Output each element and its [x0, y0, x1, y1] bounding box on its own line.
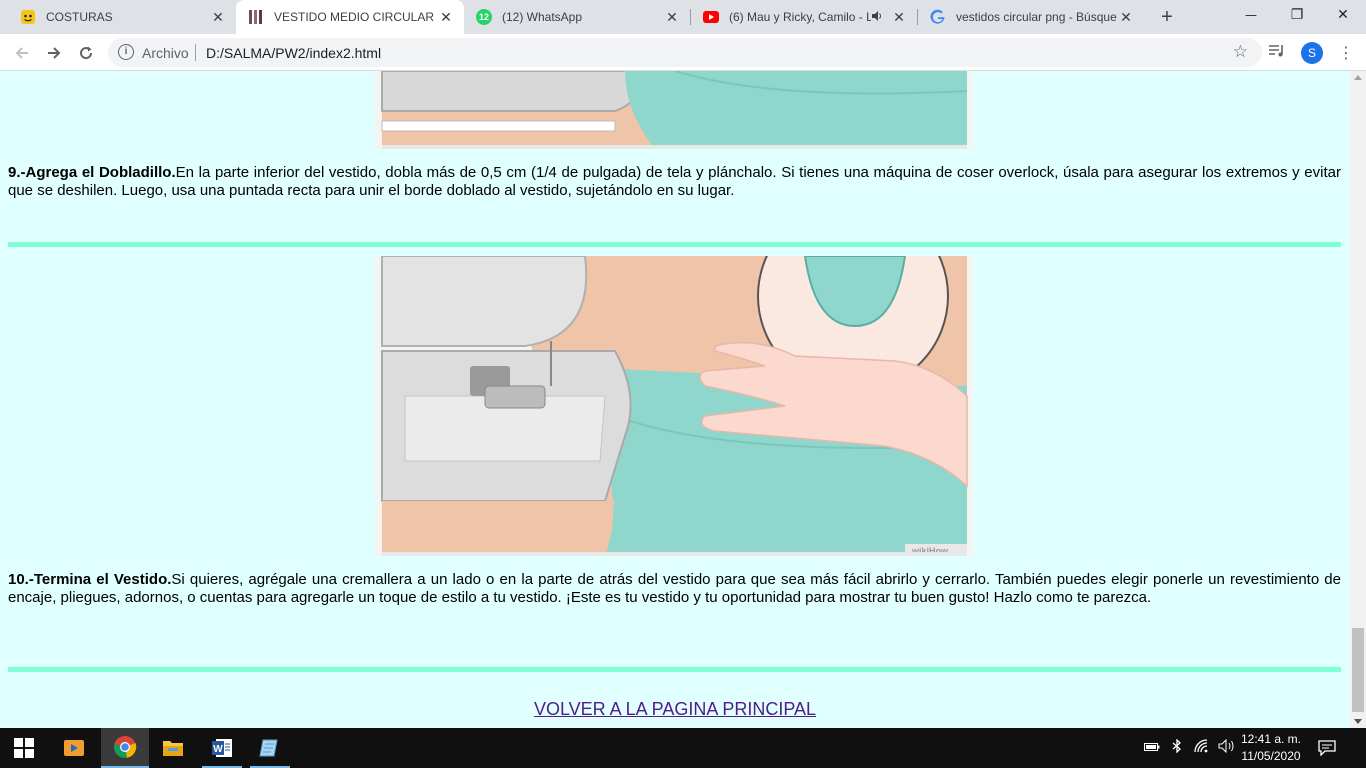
tab-google-search[interactable]: vestidos circular png - Búsque ✕	[918, 0, 1144, 34]
section-divider	[8, 242, 1341, 247]
info-icon[interactable]: i	[118, 44, 134, 60]
section-divider	[8, 667, 1341, 672]
windows-start-icon	[14, 738, 34, 758]
notepad-app-icon	[259, 739, 278, 757]
step10-title: 10.-Termina el Vestido.	[8, 571, 172, 588]
step10-illustration: wikiHow	[375, 256, 973, 556]
address-bar[interactable]: i Archivo D:/SALMA/PW2/index2.html ☆	[108, 38, 1262, 67]
notification-badge: 12	[478, 12, 489, 22]
back-button[interactable]	[8, 39, 36, 67]
google-favicon-icon	[930, 9, 946, 25]
reload-icon	[80, 46, 93, 60]
media-controls-icon[interactable]	[1268, 43, 1288, 63]
close-tab-icon[interactable]: ✕	[210, 9, 226, 26]
arrow-left-icon	[15, 47, 28, 59]
chrome-icon	[114, 736, 137, 758]
taskbar-clock[interactable]: 12:41 a. m. 11/05/2020	[1228, 731, 1314, 765]
youtube-favicon-icon	[703, 9, 719, 25]
page-scrollbar[interactable]	[1350, 71, 1366, 728]
tab-title: VESTIDO MEDIO CIRCULAR	[274, 10, 435, 24]
profile-avatar[interactable]: S	[1301, 42, 1323, 64]
address-divider	[195, 44, 196, 61]
tab-vestido-medio-circular[interactable]: VESTIDO MEDIO CIRCULAR ✕	[236, 0, 464, 34]
browser-toolbar: i Archivo D:/SALMA/PW2/index2.html ☆ S ⋮	[0, 34, 1366, 71]
back-to-main-link[interactable]: VOLVER A LA PAGINA PRINCIPAL	[0, 699, 1350, 720]
tab-strip: COSTURAS ✕ VESTIDO MEDIO CIRCULAR ✕ 12 (…	[0, 0, 1366, 34]
close-window-button[interactable]: ✕	[1320, 0, 1366, 30]
speaker-icon[interactable]	[871, 10, 883, 25]
page-viewport: 9.-Agrega el Dobladillo.En la parte infe…	[0, 71, 1350, 728]
scroll-up-arrow-icon[interactable]	[1354, 75, 1362, 80]
step9-text: En la parte inferior del vestido, dobla …	[8, 164, 1341, 199]
file-scheme-label: Archivo	[142, 45, 189, 61]
tab-whatsapp[interactable]: 12 (12) WhatsApp ✕	[464, 0, 690, 34]
clock-time: 12:41 a. m.	[1240, 732, 1302, 746]
taskbar-media-player[interactable]	[50, 728, 98, 768]
windows-taskbar: W 12:41 a. m. 11/05/2020	[0, 728, 1366, 768]
step9-illustration	[375, 71, 973, 149]
bluetooth-icon[interactable]	[1172, 738, 1182, 757]
system-tray	[1144, 728, 1236, 768]
close-tab-icon[interactable]: ✕	[664, 9, 680, 26]
word-icon: W	[212, 739, 232, 757]
taskbar-notepad-app[interactable]	[246, 728, 294, 768]
close-tab-icon[interactable]: ✕	[1118, 9, 1134, 26]
tab-title: COSTURAS	[46, 10, 113, 24]
tab-title: (6) Mau y Ricky, Camilo - L	[729, 10, 871, 24]
whatsapp-favicon-icon: 12	[476, 9, 492, 25]
start-button[interactable]	[0, 728, 48, 768]
tab-costuras[interactable]: COSTURAS ✕	[8, 0, 236, 34]
step10-paragraph: 10.-Termina el Vestido.Si quieres, agrég…	[8, 571, 1341, 607]
taskbar-word[interactable]: W	[198, 728, 246, 768]
battery-icon[interactable]	[1144, 741, 1160, 756]
lego-favicon-icon	[20, 9, 36, 25]
scroll-down-arrow-icon[interactable]	[1354, 719, 1362, 724]
taskbar-file-explorer[interactable]	[149, 728, 197, 768]
reload-button[interactable]	[72, 39, 100, 67]
arrow-right-icon	[48, 47, 61, 59]
close-tab-icon[interactable]: ✕	[438, 9, 454, 26]
new-tab-button[interactable]: +	[1155, 5, 1179, 29]
tab-title: (12) WhatsApp	[502, 10, 583, 24]
notification-icon	[1318, 740, 1336, 756]
scroll-thumb[interactable]	[1352, 628, 1364, 712]
svg-text:W: W	[213, 744, 223, 755]
media-player-icon	[64, 740, 84, 756]
menu-kebab-icon[interactable]: ⋮	[1336, 43, 1356, 63]
tab-title: vestidos circular png - Búsque	[956, 10, 1117, 24]
forward-button[interactable]	[40, 39, 68, 67]
tab-youtube[interactable]: (6) Mau y Ricky, Camilo - L ✕	[691, 0, 917, 34]
close-tab-icon[interactable]: ✕	[891, 9, 907, 26]
step9-title: 9.-Agrega el Dobladillo.	[8, 164, 176, 181]
url-text[interactable]: D:/SALMA/PW2/index2.html	[206, 45, 381, 61]
minimize-button[interactable]: —	[1228, 0, 1274, 30]
taskbar-chrome[interactable]	[101, 728, 149, 768]
action-center-button[interactable]	[1318, 728, 1336, 768]
step9-paragraph: 9.-Agrega el Dobladillo.En la parte infe…	[8, 164, 1341, 200]
clock-date: 11/05/2020	[1241, 749, 1301, 763]
bookmark-star-icon[interactable]: ☆	[1233, 42, 1248, 62]
restore-button[interactable]: ❐	[1274, 0, 1320, 30]
file-explorer-icon	[163, 741, 183, 756]
wifi-icon[interactable]	[1194, 739, 1210, 757]
dress-favicon-icon	[248, 9, 264, 25]
step10-text: Si quieres, agrégale una cremallera a un…	[8, 571, 1341, 606]
